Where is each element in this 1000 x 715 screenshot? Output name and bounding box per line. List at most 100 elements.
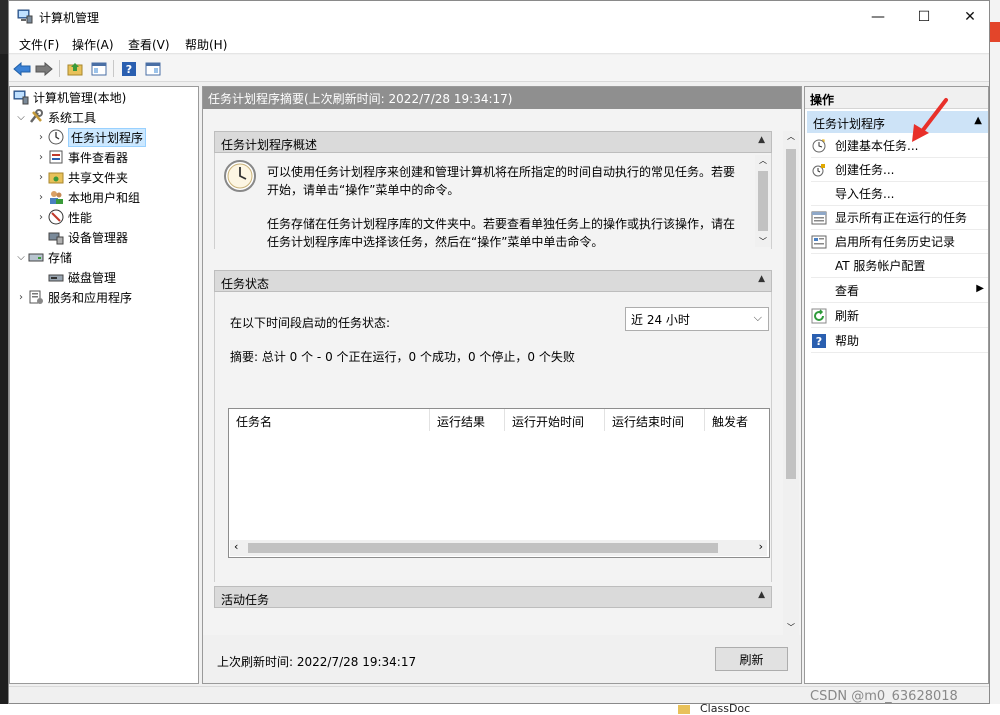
tree-label: 任务计划程序 xyxy=(68,127,147,147)
column-header-trigger[interactable]: 触发者 xyxy=(705,409,769,431)
minimize-button[interactable]: — xyxy=(855,1,901,32)
computer-management-icon xyxy=(13,89,29,105)
overview-scrollbar[interactable]: ︿ ﹀ xyxy=(755,155,771,247)
overview-section-body: 可以使用任务计划程序来创建和管理计算机将在所指定的时间自动执行的常见任务。若要 … xyxy=(214,153,772,249)
action-show-running-tasks[interactable]: 显示所有正在运行的任务 xyxy=(811,206,988,230)
action-help[interactable]: ? 帮助 xyxy=(811,329,988,353)
column-header-run-start[interactable]: 运行开始时间 xyxy=(505,409,605,431)
overview-section-header[interactable]: 任务计划程序概述 ▲ xyxy=(214,131,772,153)
running-tasks-icon xyxy=(811,210,827,226)
expand-icon[interactable]: › xyxy=(34,132,48,143)
tree-item-performance[interactable]: › 性能 xyxy=(34,207,92,227)
scroll-thumb[interactable] xyxy=(786,149,796,479)
table-horizontal-scrollbar[interactable]: ‹ › xyxy=(230,540,767,556)
column-header-run-result[interactable]: 运行结果 xyxy=(430,409,505,431)
expand-icon[interactable]: › xyxy=(34,192,48,203)
back-icon[interactable] xyxy=(12,59,32,78)
tree-item-storage[interactable]: ⌵ 存储 xyxy=(14,247,72,267)
overview-paragraph-2-line-2: 任务计划程序库中选择该任务，然后在“操作”菜单中单击命令。 xyxy=(267,235,604,249)
up-folder-icon[interactable] xyxy=(65,59,85,78)
actions-section-title: 任务计划程序 xyxy=(813,117,886,131)
help-icon[interactable]: ? xyxy=(119,59,139,78)
menu-file[interactable]: 文件(F) xyxy=(19,36,59,53)
action-view[interactable]: 查看 ▶ xyxy=(811,279,988,303)
tree-item-device-manager[interactable]: 设备管理器 xyxy=(48,227,128,247)
tree-item-shared-folders[interactable]: › 共享文件夹 xyxy=(34,167,128,187)
tools-icon xyxy=(28,109,44,125)
help-icon: ? xyxy=(811,333,827,349)
action-create-basic-task[interactable]: 创建基本任务... xyxy=(811,134,988,158)
performance-icon xyxy=(48,209,64,225)
collapse-section-icon[interactable]: ▲ xyxy=(758,590,765,600)
show-hide-action-pane-icon[interactable] xyxy=(143,59,163,78)
svg-text:?: ? xyxy=(816,335,822,348)
action-refresh[interactable]: 刷新 xyxy=(811,304,988,328)
active-tasks-section-header[interactable]: 活动任务 ▲ xyxy=(214,586,772,608)
svg-text:?: ? xyxy=(126,63,132,76)
tree-item-local-users[interactable]: › 本地用户和组 xyxy=(34,187,140,207)
users-icon xyxy=(48,189,64,205)
scroll-right-icon[interactable]: › xyxy=(759,540,763,553)
tree-item-task-scheduler[interactable]: › 任务计划程序 xyxy=(34,127,147,147)
show-hide-tree-icon[interactable] xyxy=(89,59,109,78)
tree-item-event-viewer[interactable]: › 事件查看器 xyxy=(34,147,128,167)
tree-label: 计算机管理(本地) xyxy=(33,90,127,105)
scroll-up-icon[interactable]: ︿ xyxy=(787,131,795,142)
period-select[interactable]: 近 24 小时 ⌵ xyxy=(625,307,769,331)
expand-icon[interactable]: › xyxy=(34,172,48,183)
disk-icon xyxy=(48,269,64,285)
column-header-run-end[interactable]: 运行结束时间 xyxy=(605,409,705,431)
expand-icon[interactable]: › xyxy=(34,212,48,223)
action-import-task[interactable]: 导入任务... xyxy=(811,182,988,206)
menu-view[interactable]: 查看(V) xyxy=(128,36,170,53)
last-refresh-text: 上次刷新时间: 2022/7/28 19:34:17 xyxy=(217,655,417,669)
summary-header: 任务计划程序摘要(上次刷新时间: 2022/7/28 19:34:17) xyxy=(203,87,801,109)
action-create-task[interactable]: 创建任务... xyxy=(811,158,988,182)
close-button[interactable]: ✕ xyxy=(947,1,989,32)
expand-icon[interactable]: › xyxy=(34,152,48,163)
refresh-button[interactable]: 刷新 xyxy=(715,647,788,671)
center-pane: 任务计划程序摘要(上次刷新时间: 2022/7/28 19:34:17) 任务计… xyxy=(202,86,802,684)
tree-item-disk-management[interactable]: 磁盘管理 xyxy=(48,267,116,287)
tree-label: 设备管理器 xyxy=(68,230,129,245)
window-title: 计算机管理 xyxy=(39,11,100,25)
history-icon xyxy=(811,234,827,250)
actions-section-header[interactable]: 任务计划程序 ▲ xyxy=(807,111,988,133)
collapse-icon[interactable]: ⌵ xyxy=(14,112,28,123)
tree-label: 系统工具 xyxy=(48,110,97,125)
collapse-section-icon[interactable]: ▲ xyxy=(758,135,765,145)
action-at-service-config[interactable]: AT 服务帐户配置 xyxy=(811,254,988,278)
collapse-icon[interactable]: ⌵ xyxy=(14,252,28,263)
computer-management-icon xyxy=(17,8,33,24)
action-enable-history[interactable]: 启用所有任务历史记录 xyxy=(811,230,988,254)
overview-paragraph-1-line-1: 可以使用任务计划程序来创建和管理计算机将在所指定的时间自动执行的常见任务。若要 xyxy=(267,165,736,179)
computer-management-window: 计算机管理 — ☐ ✕ 文件(F) 操作(A) 查看(V) 帮助(H) ? 计算… xyxy=(8,0,990,704)
overview-title: 任务计划程序概述 xyxy=(221,138,318,152)
scroll-up-icon[interactable]: ︿ xyxy=(759,155,767,166)
menu-action[interactable]: 操作(A) xyxy=(72,36,114,53)
navigation-tree: 计算机管理(本地) ⌵ 系统工具 › 任务计划程序 › 事件查看器 › 共享文件… xyxy=(9,86,199,684)
maximize-button[interactable]: ☐ xyxy=(901,1,947,32)
collapse-triangle-icon[interactable]: ▲ xyxy=(974,115,982,126)
scroll-down-icon[interactable]: ﹀ xyxy=(787,622,795,633)
collapse-section-icon[interactable]: ▲ xyxy=(758,274,765,284)
status-section-header[interactable]: 任务状态 ▲ xyxy=(214,270,772,292)
column-header-task-name[interactable]: 任务名 xyxy=(229,409,430,431)
expand-icon[interactable]: › xyxy=(14,292,28,303)
scroll-left-icon[interactable]: ‹ xyxy=(234,540,238,553)
background-bottom-strip: ClassDoc xyxy=(0,702,1000,715)
tree-item-services-apps[interactable]: › 服务和应用程序 xyxy=(14,287,132,307)
scroll-thumb[interactable] xyxy=(758,171,768,231)
tree-item-root[interactable]: 计算机管理(本地) xyxy=(13,87,126,107)
menu-help[interactable]: 帮助(H) xyxy=(185,36,227,53)
scroll-thumb[interactable] xyxy=(248,543,718,553)
action-label: 帮助 xyxy=(835,334,860,348)
action-label: 创建基本任务... xyxy=(835,139,919,153)
submenu-arrow-icon: ▶ xyxy=(976,283,984,294)
tree-item-system-tools[interactable]: ⌵ 系统工具 xyxy=(14,107,96,127)
background-red-bar xyxy=(990,22,1000,42)
summary-scrollbar[interactable]: ︿ ﹀ xyxy=(783,131,799,635)
scroll-down-icon[interactable]: ﹀ xyxy=(759,236,767,247)
forward-icon[interactable] xyxy=(34,59,54,78)
tree-label: 磁盘管理 xyxy=(68,270,117,285)
